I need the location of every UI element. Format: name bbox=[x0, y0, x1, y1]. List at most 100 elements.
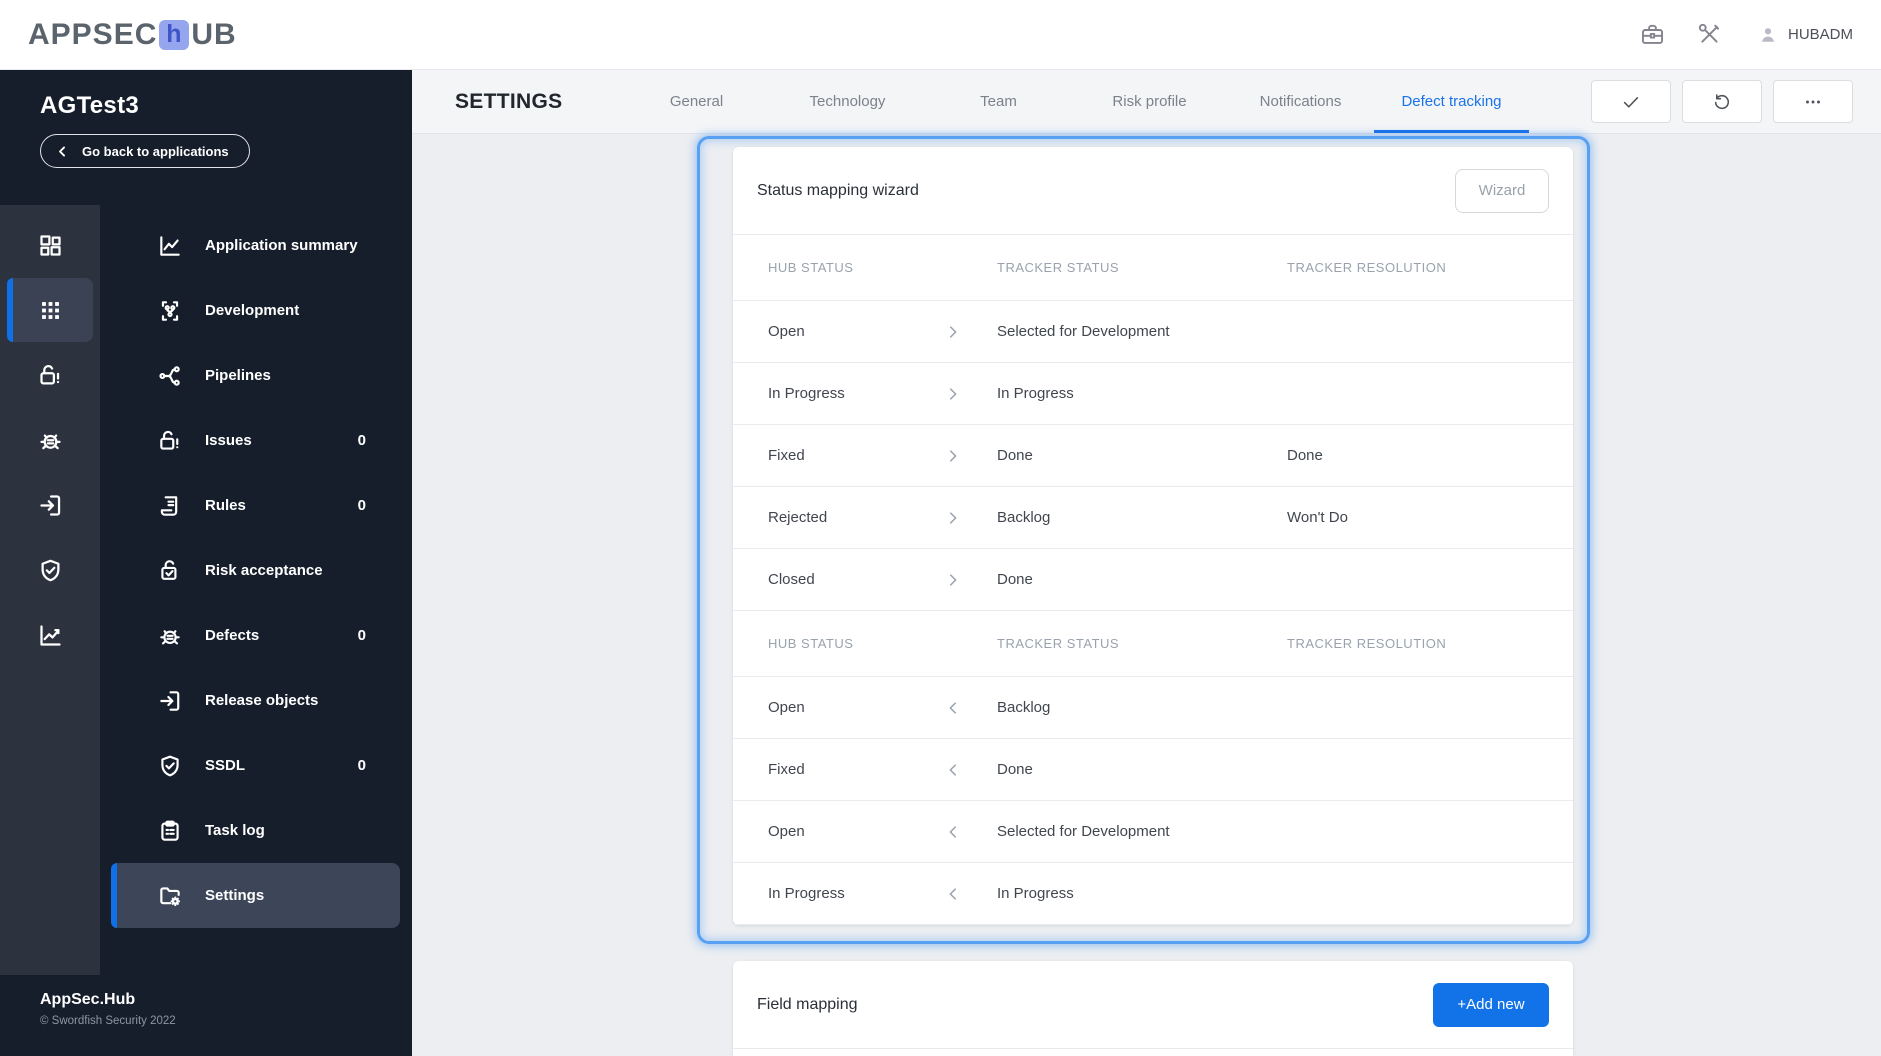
direction-chevron-right bbox=[944, 385, 997, 403]
wizard-button[interactable]: Wizard bbox=[1455, 168, 1549, 213]
copyright: © Swordfish Security 2022 bbox=[40, 1015, 176, 1027]
go-back-to-applications-button[interactable]: Go back to applications bbox=[40, 134, 250, 168]
sidebar-item-risk-acceptance[interactable]: Risk acceptance bbox=[100, 538, 412, 603]
add-new-field-mapping-button[interactable]: +Add new bbox=[1433, 982, 1549, 1027]
user-name: HUBADM bbox=[1787, 26, 1853, 43]
confirm-button[interactable] bbox=[1591, 80, 1671, 123]
tab-team[interactable]: Team bbox=[923, 70, 1074, 133]
sidebar-item-label: Risk acceptance bbox=[205, 562, 323, 579]
appsechub-window: APPSEC h UB HUBADM AGTest3 Go back to appl… bbox=[0, 0, 1881, 1056]
appsechub-logo: APPSEC h UB bbox=[28, 18, 237, 52]
tab-notifications[interactable]: Notifications bbox=[1225, 70, 1376, 133]
sidebar: AGTest3 Go back to applications Applicat… bbox=[0, 70, 412, 1056]
top-bar: APPSEC h UB HUBADM bbox=[0, 0, 1881, 70]
shield-check-icon bbox=[157, 753, 183, 779]
sidebar-item-application-summary[interactable]: Application summary bbox=[100, 213, 412, 278]
reset-button[interactable] bbox=[1682, 80, 1762, 123]
briefcase-button[interactable] bbox=[1639, 21, 1666, 48]
main-area: SETTINGS General Technology Team Risk profi… bbox=[412, 70, 1881, 1056]
sidebar-item-issues[interactable]: Issues 0 bbox=[100, 408, 412, 473]
sidebar-item-label: Rules bbox=[205, 497, 246, 514]
restore-icon bbox=[1711, 91, 1733, 113]
sidebar-item-count: 0 bbox=[357, 432, 366, 449]
hub-status-value: Fixed bbox=[768, 761, 805, 778]
brand-name: AppSec.Hub bbox=[40, 991, 136, 1008]
direction-chevron-right bbox=[944, 509, 997, 527]
sidebar-item-rules[interactable]: Rules 0 bbox=[100, 473, 412, 538]
sidebar-item-count: 0 bbox=[357, 757, 366, 774]
sidebar-item-ssdl[interactable]: SSDL 0 bbox=[100, 733, 412, 798]
chart-line-icon bbox=[157, 233, 183, 259]
logo-prefix: APPSEC bbox=[28, 17, 158, 51]
mapping-column-header-row: HUB STATUS TRACKER STATUS TRACKER RESOLUTI… bbox=[733, 611, 1573, 677]
chevron-left-sm-icon bbox=[944, 885, 962, 903]
tab-defect-tracking[interactable]: Defect tracking bbox=[1374, 70, 1529, 133]
check-icon bbox=[1620, 91, 1642, 113]
direction-chevron-right bbox=[944, 447, 997, 465]
chevron-left-sm-icon bbox=[944, 823, 962, 841]
status-mapping-row[interactable]: Fixed Done bbox=[733, 739, 1573, 801]
tracker-resolution-value: Won't Do bbox=[1287, 509, 1348, 526]
chevron-right-sm-icon bbox=[944, 447, 962, 465]
back-button-label: Go back to applications bbox=[82, 143, 229, 159]
hub-status-value: Rejected bbox=[768, 509, 828, 526]
sidebar-item-count: 0 bbox=[357, 497, 366, 514]
rail-item-shield-check[interactable] bbox=[7, 538, 93, 602]
more-actions-button[interactable] bbox=[1773, 80, 1853, 123]
sidebar-item-task-log[interactable]: Task log bbox=[100, 798, 412, 863]
user-menu[interactable]: HUBADM bbox=[1757, 24, 1853, 46]
hub-status-value: Open bbox=[768, 823, 805, 840]
status-mapping-row[interactable]: Open Backlog bbox=[733, 677, 1573, 739]
status-mapping-row[interactable]: Fixed Done Done bbox=[733, 425, 1573, 487]
direction-chevron-left bbox=[944, 699, 997, 717]
sidebar-item-label: Task log bbox=[205, 822, 265, 839]
chevron-right-sm-icon bbox=[944, 323, 962, 341]
status-mapping-row[interactable]: Open Selected for Development bbox=[733, 301, 1573, 363]
sidebar-footer: AppSec.Hub © Swordfish Security 2022 bbox=[0, 975, 412, 1056]
direction-chevron-right bbox=[944, 323, 997, 341]
more-icon bbox=[1802, 91, 1824, 113]
sidebar-item-development[interactable]: Development bbox=[100, 278, 412, 343]
chevron-left-sm-icon bbox=[944, 761, 962, 779]
rail-item-chart[interactable] bbox=[7, 603, 93, 667]
rail-item-dashboard[interactable] bbox=[7, 213, 93, 277]
lock-alert-icon bbox=[37, 362, 64, 389]
rail-item-export[interactable] bbox=[7, 473, 93, 537]
status-mapping-row[interactable]: In Progress In Progress bbox=[733, 363, 1573, 425]
apps-grid-icon bbox=[37, 297, 64, 324]
sidebar-item-release-objects[interactable]: Release objects bbox=[100, 668, 412, 733]
hub-status-value: Closed bbox=[768, 571, 815, 588]
settings-content: Status mapping wizard Wizard HUB STATUS T… bbox=[412, 134, 1881, 1056]
sidebar-item-settings[interactable]: Settings bbox=[111, 863, 400, 928]
mapping-column-header-row: HUB STATUS TRACKER STATUS TRACKER RESOLUTI… bbox=[733, 235, 1573, 301]
status-mapping-row[interactable]: In Progress In Progress bbox=[733, 863, 1573, 925]
status-mapping-row[interactable]: Rejected Backlog Won't Do bbox=[733, 487, 1573, 549]
field-mapping-card: Field mapping +Add new bbox=[733, 961, 1573, 1056]
status-mapping-row[interactable]: Closed Done bbox=[733, 549, 1573, 611]
tracker-status-value: Backlog bbox=[997, 699, 1051, 716]
dev-brackets-icon bbox=[157, 298, 183, 324]
tracker-status-value: Done bbox=[997, 761, 1033, 778]
hub-status-value: Fixed bbox=[768, 447, 805, 464]
tab-technology[interactable]: Technology bbox=[772, 70, 923, 133]
logo-suffix: UB bbox=[191, 17, 237, 51]
hub-status-value: Open bbox=[768, 323, 805, 340]
rail-item-apps-grid[interactable] bbox=[7, 278, 93, 342]
status-mapping-row[interactable]: Open Selected for Development bbox=[733, 801, 1573, 863]
settings-tabs: General Technology Team Risk profile Notific… bbox=[621, 70, 1529, 133]
tracker-status-value: Done bbox=[997, 447, 1033, 464]
admin-tools-button[interactable] bbox=[1696, 21, 1723, 48]
shield-check-icon bbox=[37, 557, 64, 584]
status-mapping-table: HUB STATUS TRACKER STATUS TRACKER RESOLUTI… bbox=[733, 235, 1573, 925]
chevron-right-sm-icon bbox=[944, 509, 962, 527]
tracker-status-value: Selected for Development bbox=[997, 823, 1170, 840]
rail-item-lock-alert[interactable] bbox=[7, 343, 93, 407]
tab-risk-profile[interactable]: Risk profile bbox=[1074, 70, 1225, 133]
rail-item-bug[interactable] bbox=[7, 408, 93, 472]
tab-general[interactable]: General bbox=[621, 70, 772, 133]
lock-alert-icon bbox=[157, 428, 183, 454]
chart-icon bbox=[37, 622, 64, 649]
sidebar-item-defects[interactable]: Defects 0 bbox=[100, 603, 412, 668]
chevron-right-sm-icon bbox=[944, 571, 962, 589]
sidebar-item-pipelines[interactable]: Pipelines bbox=[100, 343, 412, 408]
